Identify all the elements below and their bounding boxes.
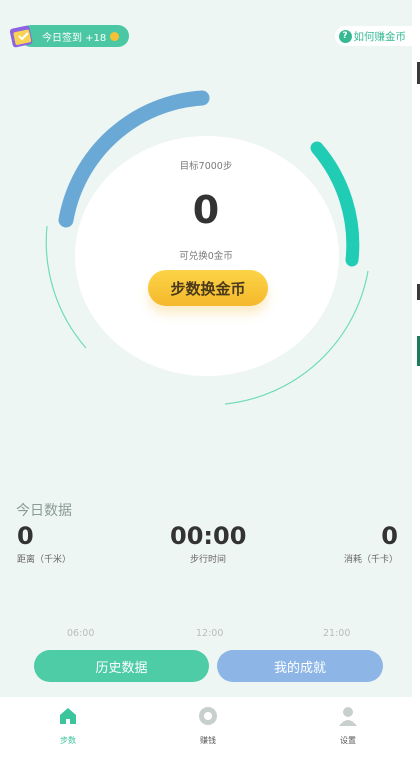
achievements-button[interactable]: 我的成就 [217, 650, 383, 682]
stat-calories: 0 消耗（千卡） [344, 522, 398, 565]
time-mark-morning: 06:00 [67, 628, 95, 639]
stat-calories-value: 0 [381, 522, 398, 550]
tab-settings-label: 设置 [340, 736, 356, 745]
home-icon [60, 708, 76, 724]
stat-walk-time-value: 00:00 [170, 522, 247, 550]
convert-steps-button[interactable]: 步数换金币 [148, 270, 268, 306]
tab-steps-label: 步数 [60, 736, 76, 745]
time-mark-noon: 12:00 [196, 628, 224, 639]
tab-earn-label: 赚钱 [200, 736, 216, 745]
checkin-badge[interactable]: 今日签到 +18 [8, 22, 130, 50]
bottom-tab-bar: 步数 赚钱 设置 [0, 697, 412, 771]
today-data-title: 今日数据 [16, 503, 72, 519]
time-mark-night: 21:00 [323, 628, 351, 639]
coin-icon [199, 707, 217, 725]
exchange-text: 可兑换0金币 [179, 251, 233, 262]
right-edge-strip [412, 0, 420, 771]
stat-walk-time-label: 步行时间 [189, 555, 226, 565]
tab-earn[interactable]: 赚钱 [178, 705, 238, 746]
app-screen: 今日签到 +18 ? 如何赚金币 目标7000步 0 可兑换0金币 步数换金币 … [0, 0, 412, 771]
step-count: 0 [192, 188, 220, 232]
tab-settings[interactable]: 设置 [318, 705, 378, 746]
help-label: 如何赚金币 [353, 30, 407, 43]
stat-distance-value: 0 [17, 522, 34, 550]
how-to-earn-link[interactable]: ? 如何赚金币 [334, 26, 412, 46]
question-icon: ? [338, 29, 352, 43]
stat-distance-label: 距离（千米） [17, 555, 72, 565]
coin-icon [110, 31, 120, 41]
user-icon [339, 707, 357, 726]
checkin-label: 今日签到 +18 [42, 32, 107, 44]
stat-walk-time: 00:00 步行时间 [170, 522, 246, 565]
step-target-text: 目标7000步 [179, 161, 233, 172]
checkin-pill[interactable]: 今日签到 +18 [20, 25, 130, 47]
history-data-button[interactable]: 历史数据 [34, 650, 209, 682]
calendar-checkin-icon [9, 25, 33, 48]
stat-distance: 0 距离（千米） [17, 522, 71, 565]
stat-calories-label: 消耗（千卡） [343, 555, 398, 565]
tab-steps[interactable]: 步数 [38, 705, 98, 746]
